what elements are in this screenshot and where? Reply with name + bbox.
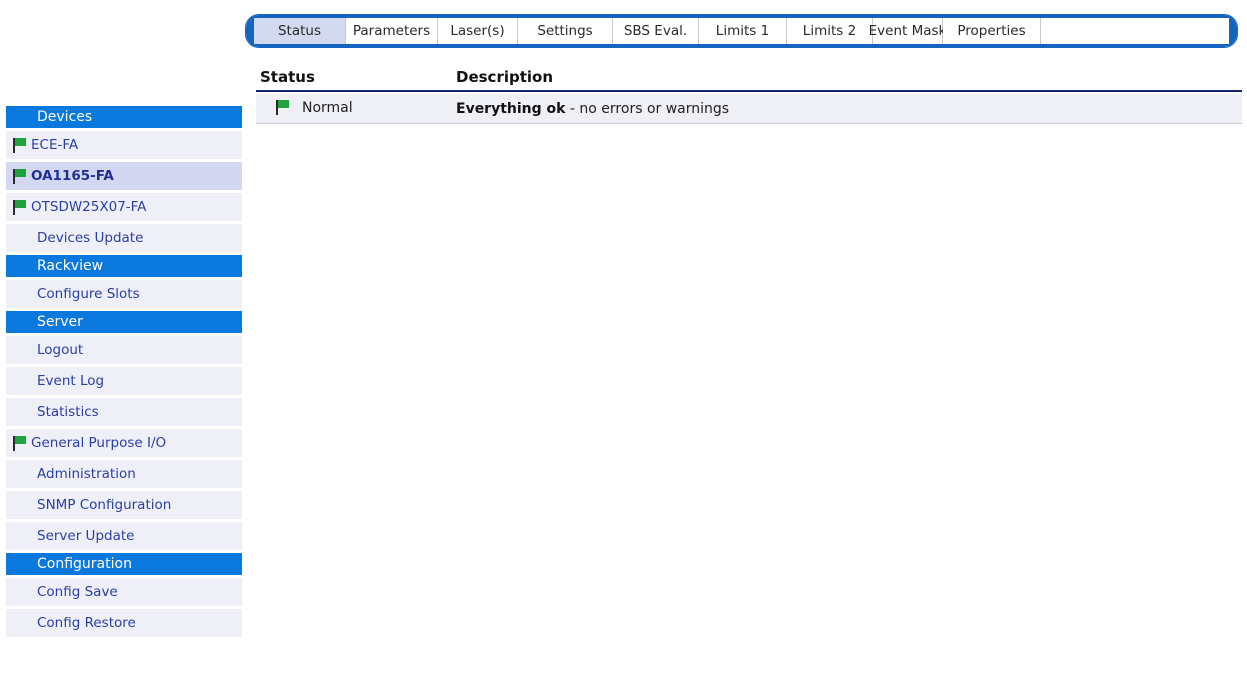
tab-blank [1041, 18, 1229, 44]
sidebar-item-label: Config Save [37, 584, 118, 600]
table-body: Normal Everything ok - no errors or warni… [256, 94, 1242, 124]
sidebar-item-label: Devices Update [37, 230, 144, 246]
sidebar-item-label: ECE-FA [31, 137, 79, 153]
tab-bar-bottom-border [246, 44, 1237, 47]
sidebar-item-snmp-configuration[interactable]: SNMP Configuration [6, 491, 242, 519]
tab-event-mask[interactable]: Event Mask [869, 18, 946, 44]
sidebar-item-statistics[interactable]: Statistics [6, 398, 242, 426]
sidebar-item-server-update[interactable]: Server Update [6, 522, 242, 550]
tab-status[interactable]: Status [254, 18, 346, 44]
tab-bar-right-cap [1229, 15, 1237, 47]
sidebar-item-oa1165-fa[interactable]: OA1165-FA [6, 162, 242, 190]
sidebar-item-general-purpose-i-o[interactable]: General Purpose I/O [6, 429, 242, 457]
description-cell: Everything ok - no errors or warnings [456, 101, 729, 117]
sidebar: Devices ECE-FA OA1165-FA OTSDW25X07-FA Devic… [6, 106, 242, 640]
sidebar-item-event-log[interactable]: Event Log [6, 367, 242, 395]
sidebar-item-label: Logout [37, 342, 84, 358]
description-detail: - no errors or warnings [565, 101, 730, 117]
sidebar-item-otsdw25x07-fa[interactable]: OTSDW25X07-FA [6, 193, 242, 221]
sidebar-item-label: Administration [37, 466, 136, 482]
sidebar-header-configuration: Configuration [6, 553, 242, 575]
green-flag-icon [11, 435, 29, 452]
green-flag-icon [11, 137, 29, 154]
sidebar-item-ece-fa[interactable]: ECE-FA [6, 131, 242, 159]
main-content: Status Description Normal Everything ok -… [256, 64, 1242, 124]
green-flag-icon [11, 199, 29, 216]
green-flag-icon [11, 168, 29, 185]
sidebar-item-label: Server Update [37, 528, 135, 544]
tab-bar: Status Parameters Laser(s) Settings SBS Eval… [245, 14, 1238, 48]
sidebar-item-label: Config Restore [37, 615, 136, 631]
sidebar-header-server: Server [6, 311, 242, 333]
sidebar-item-config-restore[interactable]: Config Restore [6, 609, 242, 637]
tab-parameters[interactable]: Parameters [346, 18, 438, 44]
sidebar-item-config-save[interactable]: Config Save [6, 578, 242, 606]
table-row: Normal Everything ok - no errors or warni… [256, 94, 1242, 124]
sidebar-item-label: OA1165-FA [31, 168, 114, 184]
sidebar-item-logout[interactable]: Logout [6, 336, 242, 364]
tabs: Status Parameters Laser(s) Settings SBS Eval… [254, 18, 1229, 44]
sidebar-item-administration[interactable]: Administration [6, 460, 242, 488]
status-column-header: Status [260, 68, 315, 86]
sidebar-item-label: Event Log [37, 373, 105, 389]
tab-sbs-eval[interactable]: SBS Eval. [613, 18, 699, 44]
sidebar-item-label: SNMP Configuration [37, 497, 172, 513]
status-cell: Normal [274, 99, 353, 116]
table-header: Status Description [256, 64, 1242, 92]
description-column-header: Description [456, 68, 554, 86]
sidebar-header-devices: Devices [6, 106, 242, 128]
page: Status Parameters Laser(s) Settings SBS Eval… [0, 0, 1247, 677]
status-text: Normal [302, 99, 353, 116]
sidebar-header-rackview: Rackview [6, 255, 242, 277]
description-summary: Everything ok [456, 101, 566, 117]
sidebar-item-configure-slots[interactable]: Configure Slots [6, 280, 242, 308]
tab-properties[interactable]: Properties [943, 18, 1041, 44]
tab-limits-1[interactable]: Limits 1 [699, 18, 787, 44]
tab-laser-s[interactable]: Laser(s) [438, 18, 518, 44]
sidebar-item-label: OTSDW25X07-FA [31, 199, 147, 215]
sidebar-item-label: Statistics [37, 404, 99, 420]
green-flag-icon [274, 99, 292, 116]
tab-bar-left-cap [246, 15, 254, 47]
sidebar-item-devices-update[interactable]: Devices Update [6, 224, 242, 252]
tab-settings[interactable]: Settings [518, 18, 613, 44]
sidebar-item-label: Configure Slots [37, 286, 140, 302]
sidebar-item-label: General Purpose I/O [31, 435, 167, 451]
tab-limits-2[interactable]: Limits 2 [787, 18, 873, 44]
